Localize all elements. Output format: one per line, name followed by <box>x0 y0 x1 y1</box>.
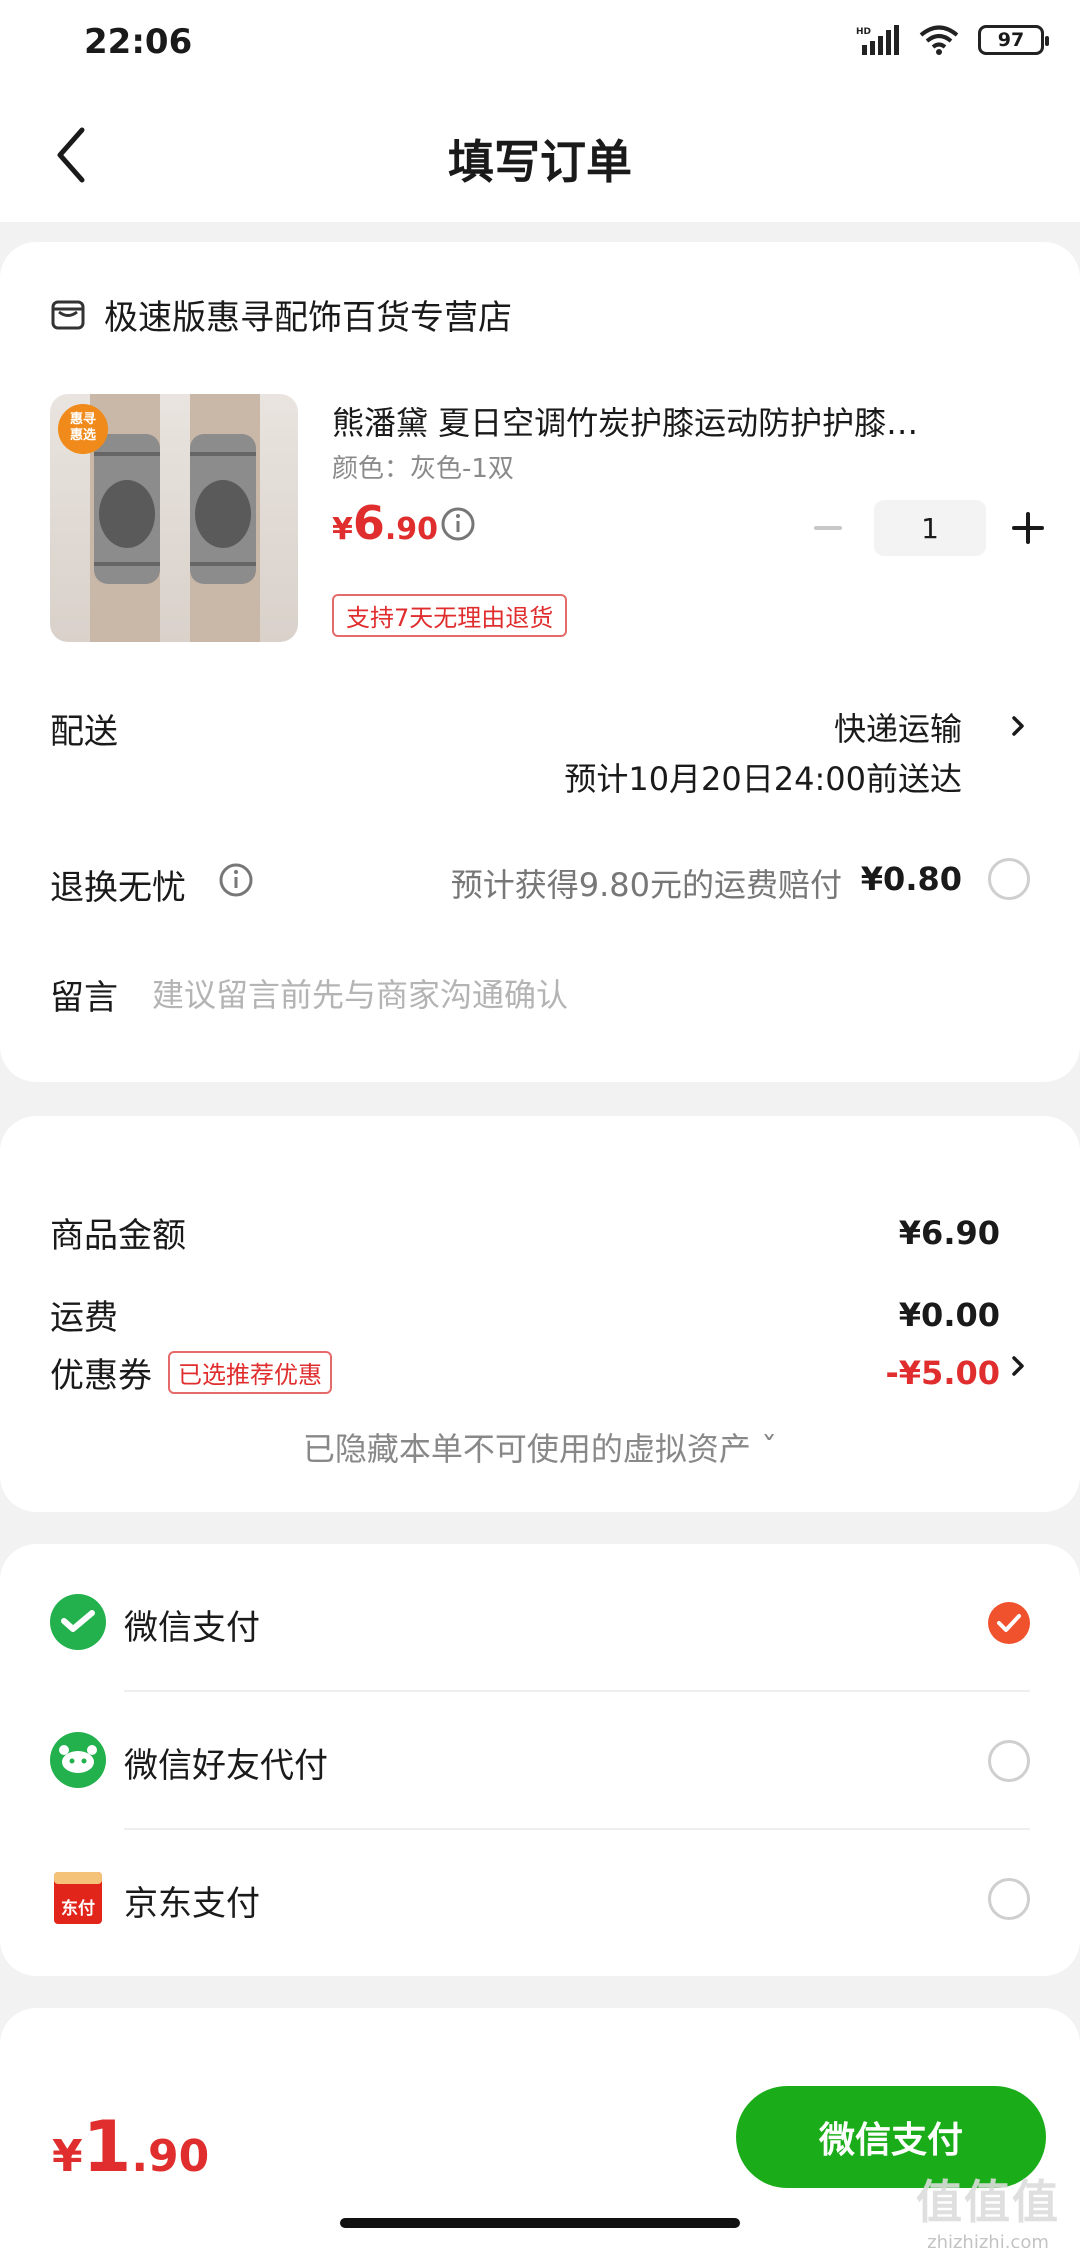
shipping-fee-label: 运费 <box>50 1298 118 1338</box>
worry-free-info-icon[interactable] <box>218 862 254 898</box>
delivery-eta: 预计10月20日24:00前送达 <box>564 760 962 798</box>
total-decimal: .90 <box>131 2131 210 2182</box>
wechat-friend-pay-radio[interactable] <box>988 1740 1030 1782</box>
check-icon <box>997 1614 1021 1632</box>
home-indicator[interactable] <box>340 2218 740 2228</box>
jd-pay-icon-text: 东付 <box>61 1898 95 1919</box>
signal-icon: HD <box>856 25 899 55</box>
product-spec: 颜色：灰色-1双 <box>332 454 514 484</box>
jd-pay-icon: 东付 <box>54 1872 102 1924</box>
page-title: 填写订单 <box>448 135 632 189</box>
price-decimal: .90 <box>384 512 439 547</box>
shipping-fee-value: ¥0.00 <box>898 1295 1000 1334</box>
total-integer: 1 <box>82 2106 132 2188</box>
watermark: 值值值 zhizhizhi.com <box>916 2166 1060 2248</box>
shipping-fee-row: 运费 ¥0.00 <box>50 1290 1000 1339</box>
watermark-logo: 值值值 <box>916 2175 1060 2229</box>
coupon-row[interactable]: 优惠券 已选推荐优惠 -¥5.00 <box>50 1348 1000 1397</box>
coupon-recommended-tag: 已选推荐优惠 <box>168 1351 332 1394</box>
delivery-method[interactable]: 快递运输 <box>834 704 962 750</box>
status-time: 22:06 <box>84 22 193 62</box>
wechat-pay-radio-checked[interactable] <box>988 1602 1030 1644</box>
price-currency: ¥ <box>332 512 353 547</box>
order-item-card: 极速版惠寻配饰百货专营店 惠寻 惠选 熊潘黛 夏日空调竹炭护膝运动防护护膝… 颜… <box>0 242 1080 1082</box>
shop-row[interactable]: 极速版惠寻配饰百货专营店 <box>50 290 512 339</box>
goods-amount-label: 商品金额 <box>50 1216 186 1256</box>
product-badge-text: 惠寻 惠选 <box>69 412 96 443</box>
quantity-stepper: 1 <box>806 500 1050 556</box>
coupon-label: 优惠券 <box>50 1356 152 1396</box>
payment-option-wechat-friend[interactable]: 微信好友代付 <box>0 1692 1080 1830</box>
total-currency: ¥ <box>52 2131 83 2182</box>
shop-icon <box>51 300 85 329</box>
status-icons: HD 97 <box>856 24 1049 56</box>
hidden-assets-toggle[interactable]: 已隐藏本单不可使用的虚拟资产 ˇ <box>0 1424 1080 1470</box>
watermark-url: zhizhizhi.com <box>927 2232 1049 2248</box>
coupon-value: -¥5.00 <box>885 1353 1001 1392</box>
battery-icon: 97 <box>978 25 1049 55</box>
worry-free-radio[interactable] <box>988 858 1030 900</box>
coupon-chevron-right-icon[interactable] <box>1006 1348 1030 1384</box>
wifi-icon <box>919 25 959 55</box>
payment-option-wechat[interactable]: 微信支付 <box>0 1554 1080 1692</box>
wechat-friend-pay-icon <box>50 1732 106 1788</box>
goods-amount-row: 商品金额 ¥6.90 <box>50 1208 1000 1257</box>
return-policy-tag: 支持7天无理由退货 <box>332 594 568 637</box>
network-type-label: HD <box>856 27 871 37</box>
note-input[interactable]: 建议留言前先与商家沟通确认 <box>152 970 568 1016</box>
payment-label-jd: 京东支付 <box>124 1884 260 1924</box>
coupon-label-group: 优惠券 已选推荐优惠 <box>50 1348 332 1397</box>
payment-option-jd[interactable]: 东付 京东支付 <box>0 1830 1080 1968</box>
note-label: 留言 <box>50 978 118 1018</box>
jd-pay-radio[interactable] <box>988 1878 1030 1920</box>
decrease-quantity-button[interactable] <box>806 506 850 550</box>
price-info-icon[interactable] <box>440 506 476 542</box>
product-title[interactable]: 熊潘黛 夏日空调竹炭护膝运动防护护膝… <box>332 398 992 444</box>
wechat-pay-icon <box>50 1594 106 1650</box>
goods-amount-value: ¥6.90 <box>898 1213 1000 1252</box>
product-price: ¥ 6 .90 <box>332 496 438 550</box>
payment-label-wechat: 微信支付 <box>124 1608 260 1648</box>
worry-free-description: 预计获得9.80元的运费赔付 <box>450 866 842 904</box>
total-price: ¥ 1 .90 <box>52 2106 209 2188</box>
price-integer: 6 <box>352 496 385 550</box>
product-badge: 惠寻 惠选 <box>58 404 108 454</box>
shop-name: 极速版惠寻配饰百货专营店 <box>104 298 512 338</box>
payment-methods-card: 微信支付 微信好友代付 东付 京东支付 <box>0 1544 1080 1976</box>
battery-level: 97 <box>997 29 1025 51</box>
product-image[interactable]: 惠寻 惠选 <box>50 394 298 642</box>
payment-label-wechat-friend: 微信好友代付 <box>124 1746 328 1786</box>
quantity-value[interactable]: 1 <box>874 500 986 556</box>
nav-bar: 填写订单 <box>0 90 1080 222</box>
increase-quantity-button[interactable] <box>1006 506 1050 550</box>
delivery-chevron-right-icon[interactable] <box>1006 708 1030 744</box>
delivery-label: 配送 <box>50 712 118 752</box>
worry-free-price: ¥0.80 <box>860 860 962 898</box>
status-bar: 22:06 HD 97 <box>0 0 1080 90</box>
worry-free-label: 退换无忧 <box>50 868 186 908</box>
fee-summary-card: 商品金额 ¥6.90 运费 ¥0.00 优惠券 已选推荐优惠 -¥5.00 已隐… <box>0 1116 1080 1512</box>
